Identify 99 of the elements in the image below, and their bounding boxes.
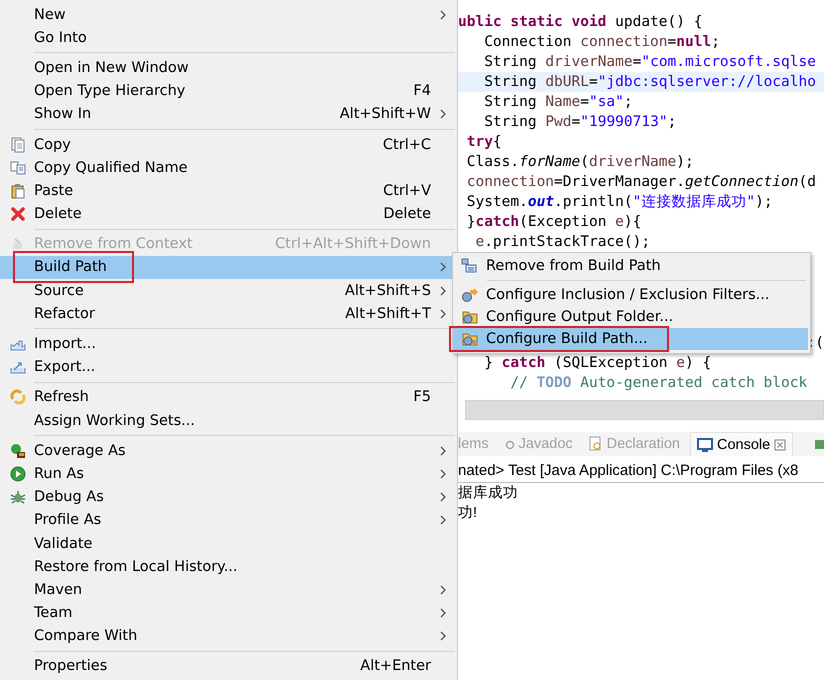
menu-item-label: Refactor: [34, 306, 95, 322]
shortcut-label: Alt+Shift+T: [345, 306, 431, 322]
refresh-icon: [10, 389, 26, 406]
menu-item-label: Open in New Window: [34, 60, 189, 76]
menu-item-label: Copy Qualified Name: [34, 160, 188, 176]
code-line: }catch(Exception e){: [466, 213, 642, 232]
folder-icon: [460, 309, 478, 325]
panel-tab[interactable]: Console: [690, 432, 794, 456]
code-line: Connection connection=null;: [483, 33, 721, 52]
copy-icon: [11, 136, 25, 153]
menu-item-label: Debug As: [34, 489, 104, 506]
menu-item-label: Source: [34, 282, 84, 299]
code-line: } catch (SQLException e) {: [483, 354, 712, 373]
menu-item-label: Copy: [34, 136, 71, 153]
shortcut-label: Delete: [383, 206, 431, 222]
copy-icon: [10, 160, 26, 175]
build-path-icon: [460, 331, 478, 347]
menu-item[interactable]: Refresh F5: [0, 386, 457, 409]
monitor-icon: [696, 436, 713, 452]
clipboard-icon: [11, 182, 25, 199]
menu-item[interactable]: Open in New Window: [0, 56, 457, 80]
console-output-line: 功!: [458, 504, 478, 523]
menu-item[interactable]: Run As: [0, 462, 457, 486]
menu-item-label: Refresh: [34, 389, 89, 406]
console-title: nated> Test [Java Application] C:\Program Files (x8: [458, 460, 824, 483]
menu-item[interactable]: Coverage As: [0, 439, 457, 462]
console-output-line: 据库成功: [458, 484, 519, 503]
shortcut-label: Ctrl+Alt+Shift+Down: [275, 236, 431, 252]
menu-item[interactable]: Show In Alt+Shift+W: [0, 102, 457, 126]
menu-item-label: Configure Build Path...: [486, 331, 648, 347]
menu-item[interactable]: Export...: [0, 356, 457, 379]
menu-item-label: Export...: [34, 359, 96, 376]
code-line: System.out.println("连接数据库成功");: [466, 192, 774, 212]
menu-item[interactable]: Delete Delete: [0, 202, 457, 226]
delete-icon: [11, 207, 25, 222]
declaration-icon: [588, 436, 603, 452]
menu-item-label: Properties: [34, 658, 108, 674]
menu-item-label: Run As: [34, 466, 84, 482]
menu-item[interactable]: Team: [0, 602, 457, 625]
menu-item[interactable]: Paste Ctrl+V: [0, 179, 457, 202]
code-line: e.printStackTrace();: [474, 233, 652, 252]
code-line: connection=DriverManager.getConnection(d: [466, 173, 817, 192]
remove-icon: [11, 237, 25, 252]
toolbar-icon: [815, 437, 824, 451]
menu-item[interactable]: Maven: [0, 578, 457, 602]
menu-item-label: Validate: [34, 536, 92, 552]
menu-item[interactable]: New: [0, 3, 457, 26]
menu-item[interactable]: Profile As: [0, 508, 457, 532]
code-line: Class.forName(driverName);: [466, 153, 695, 172]
shortcut-label: F4: [413, 83, 431, 100]
close-icon: [774, 438, 786, 450]
menu-item[interactable]: Validate: [0, 532, 457, 556]
menu-item[interactable]: Go Into: [0, 26, 457, 50]
menu-item[interactable]: Open Type Hierarchy F4: [0, 80, 457, 103]
shortcut-label: F5: [413, 389, 431, 406]
menu-item-label: Maven: [34, 582, 82, 598]
menu-item[interactable]: Copy Qualified Name: [0, 156, 457, 180]
menu-item[interactable]: Restore from Local History...: [0, 555, 457, 578]
code-line: String Name="sa";: [483, 93, 634, 112]
code-line: ublic static void update() {: [458, 13, 704, 32]
scrollbar[interactable]: [465, 400, 824, 420]
library-icon: [461, 258, 477, 274]
code-line: // TODO Auto-generated catch block: [509, 374, 808, 393]
filter-icon: [460, 287, 478, 303]
shortcut-label: Alt+Shift+S: [344, 282, 431, 299]
menu-item-label: Remove from Build Path: [486, 258, 661, 274]
code-line: String driverName="com.microsoft.sqlse: [483, 53, 817, 72]
menu-item-label: Configure Output Folder...: [486, 309, 674, 325]
menu-item-label: Open Type Hierarchy: [34, 83, 186, 100]
code-line: try{: [466, 133, 503, 152]
code-line: String Pwd="19990713";: [483, 113, 678, 132]
bug-icon: [10, 489, 26, 506]
menu-item-label: Profile As: [34, 512, 102, 528]
menu-item-label: Assign Working Sets...: [34, 412, 196, 429]
menu-item[interactable]: Compare With: [0, 624, 457, 648]
menu-item-label: Coverage As: [34, 442, 126, 459]
menu-item[interactable]: Copy Ctrl+C: [0, 132, 457, 156]
shortcut-label: Ctrl+C: [382, 136, 431, 153]
menu-item-label: Compare With: [34, 628, 138, 644]
menu-item-label: Build Path: [34, 259, 107, 276]
menu-item-label: Team: [34, 605, 72, 622]
shortcut-label: Ctrl+V: [383, 182, 431, 199]
menu-item-label: Go Into: [34, 30, 87, 46]
menu-item-label: Remove from Context: [34, 236, 193, 252]
run-icon: [10, 466, 26, 482]
menu-item[interactable]: Properties Alt+Enter: [0, 654, 457, 678]
menu-item-label: Show In: [34, 106, 92, 122]
menu-item-label: Import...: [34, 336, 96, 352]
export-icon: [10, 360, 26, 374]
menu-item-label: Restore from Local History...: [34, 558, 238, 575]
menu-item[interactable]: Debug As: [0, 486, 457, 509]
coverage-icon: [10, 442, 26, 459]
menu-item-label: Configure Inclusion / Exclusion Filters...: [486, 287, 770, 303]
shortcut-label: Alt+Enter: [360, 658, 431, 674]
shortcut-label: Alt+Shift+W: [340, 106, 431, 122]
menu-item-label: Delete: [34, 206, 82, 222]
menu-item-label: New: [34, 6, 66, 23]
menu-item-label: Paste: [34, 182, 74, 199]
menu-item[interactable]: Assign Working Sets...: [0, 409, 457, 432]
